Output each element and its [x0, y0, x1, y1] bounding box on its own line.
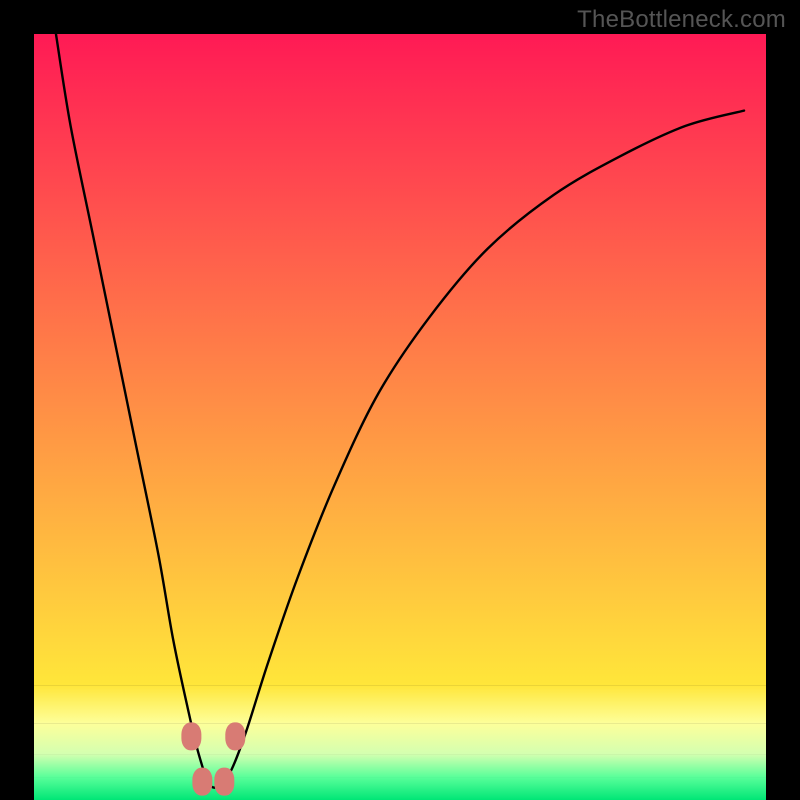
- plot-area: [34, 34, 766, 800]
- chart-frame: TheBottleneck.com: [0, 0, 800, 800]
- bottleneck-curve: [34, 34, 766, 800]
- watermark-text: TheBottleneck.com: [577, 6, 786, 34]
